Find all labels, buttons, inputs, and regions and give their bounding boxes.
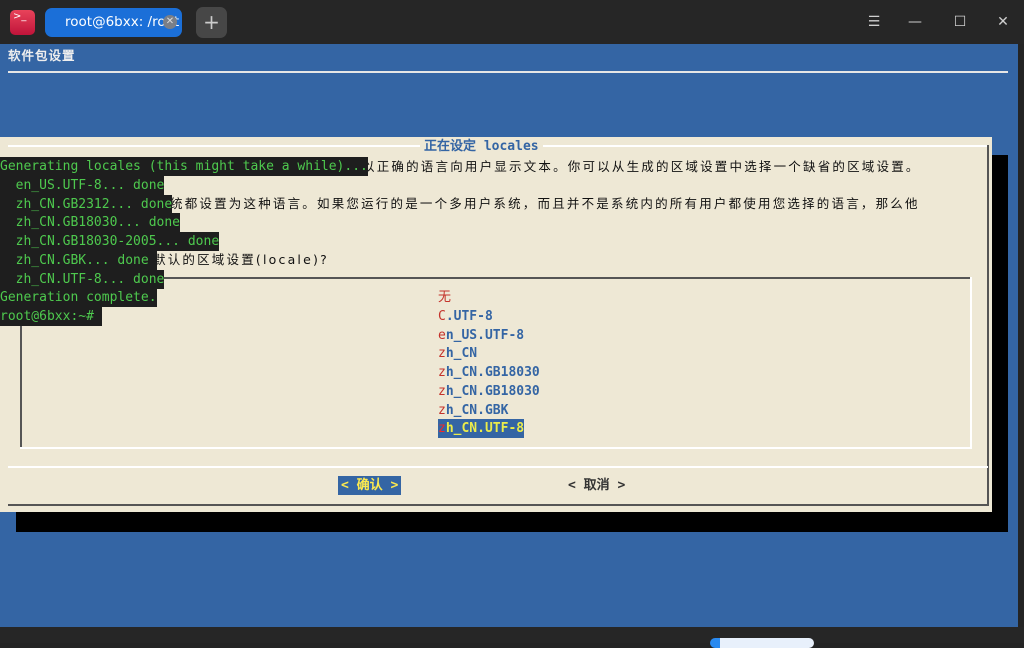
dialog-border	[987, 145, 989, 505]
new-tab-icon[interactable]: +	[196, 7, 227, 38]
locale-option[interactable]: C.UTF-8	[438, 307, 493, 326]
divider	[8, 466, 988, 468]
list-border	[970, 277, 972, 449]
output-line: zh_CN.GBK... done	[0, 250, 157, 270]
terminal-app-icon[interactable]: >_	[10, 10, 35, 35]
locale-option[interactable]: 无	[438, 288, 451, 307]
maximize-icon[interactable]: ☐	[948, 10, 972, 34]
locale-option[interactable]: zh_CN	[438, 344, 477, 363]
tab-root[interactable]: root@6bxx: /root ✕	[45, 8, 182, 37]
hotkey-char: C	[438, 308, 446, 324]
title-bar: >_ root@6bxx: /root ✕ + ☰ — ☐ ✕	[0, 0, 1024, 44]
locale-option[interactable]: zh_CN.UTF-8	[438, 419, 525, 439]
output-line: root@6bxx:~#	[0, 307, 102, 326]
output-line: en_US.UTF-8... done	[0, 175, 165, 195]
hotkey-char: z	[438, 365, 446, 380]
locale-option[interactable]: en_US.UTF-8	[438, 326, 524, 345]
option-label: h_CN.GBK	[445, 402, 509, 418]
cancel-button[interactable]: < 取消 >	[568, 476, 625, 495]
dialog-title: 正在设定 locales	[420, 137, 543, 156]
hotkey-char: z	[438, 346, 446, 362]
bottom-bar	[0, 627, 1024, 643]
option-label: h_CN.GB18030	[445, 365, 540, 380]
close-icon[interactable]: ✕	[991, 10, 1015, 34]
locale-option[interactable]: zh_CN.GB18030	[438, 382, 540, 401]
dialog-text: 默认的区域设置(locale)?	[153, 252, 329, 267]
hotkey-char: z	[438, 421, 446, 437]
dialog-text: 以正确的语言向用户显示文本。你可以从生成的区域设置中选择一个缺省的区域设置。	[362, 159, 921, 174]
output-line: zh_CN.GB2312... done	[0, 194, 173, 214]
option-label: .UTF-8	[445, 308, 493, 324]
output-line: zh_CN.UTF-8... done	[0, 269, 165, 289]
option-label: h_CN.GB18030	[445, 383, 540, 399]
ok-button[interactable]: < 确认 >	[338, 476, 402, 495]
locale-option[interactable]: zh_CN.GBK	[438, 401, 508, 420]
close-tab-icon[interactable]: ✕	[163, 15, 177, 29]
dialog-border	[8, 504, 989, 506]
hotkey-char: 无	[438, 290, 452, 305]
output-line: Generation complete.	[0, 288, 157, 308]
output-line: Generating locales (this might take a wh…	[0, 157, 368, 176]
hotkey-char: z	[438, 383, 446, 399]
option-label: n_US.UTF-8	[445, 327, 525, 343]
output-line: zh_CN.GB18030... done	[0, 213, 181, 233]
hotkey-char: e	[438, 327, 446, 343]
output-line: zh_CN.GB18030-2005... done	[0, 232, 220, 251]
taskbar-indicator	[710, 638, 814, 648]
minimize-icon[interactable]: —	[903, 10, 927, 34]
divider	[8, 71, 1008, 73]
menu-icon[interactable]: ☰	[862, 10, 886, 34]
locale-option[interactable]: zh_CN.GB18030	[438, 363, 540, 382]
dialog-text: 统都设置为这种语言。如果您运行的是一个多用户系统，而且并不是系统内的所有用户都使…	[170, 196, 920, 211]
option-label: h_CN	[445, 346, 478, 362]
hotkey-char: z	[438, 402, 446, 418]
list-border	[20, 447, 972, 449]
option-label: h_CN.UTF-8	[445, 421, 525, 437]
backtitle: 软件包设置	[8, 48, 76, 63]
